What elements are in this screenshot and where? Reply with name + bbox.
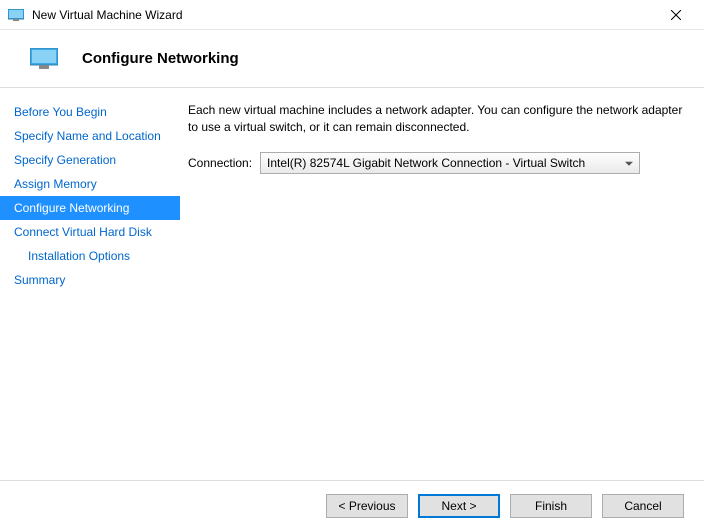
step-assign-memory[interactable]: Assign Memory: [0, 172, 180, 196]
wizard-content: Each new virtual machine includes a netw…: [180, 88, 704, 480]
next-button[interactable]: Next >: [418, 494, 500, 518]
step-summary[interactable]: Summary: [0, 268, 180, 292]
previous-button[interactable]: < Previous: [326, 494, 408, 518]
wizard-footer: < Previous Next > Finish Cancel: [0, 480, 704, 530]
step-specify-name-location[interactable]: Specify Name and Location: [0, 124, 180, 148]
connection-label: Connection:: [188, 156, 252, 170]
step-connect-vhd[interactable]: Connect Virtual Hard Disk: [0, 220, 180, 244]
cancel-button[interactable]: Cancel: [602, 494, 684, 518]
title-bar: New Virtual Machine Wizard: [0, 0, 704, 30]
wizard-steps-sidebar: Before You Begin Specify Name and Locati…: [0, 88, 180, 480]
wizard-icon: [30, 48, 58, 69]
step-before-you-begin[interactable]: Before You Begin: [0, 100, 180, 124]
step-configure-networking[interactable]: Configure Networking: [0, 196, 180, 220]
app-icon: [8, 9, 24, 21]
close-icon: [671, 10, 681, 20]
page-title: Configure Networking: [82, 50, 239, 67]
step-specify-generation[interactable]: Specify Generation: [0, 148, 180, 172]
description-text: Each new virtual machine includes a netw…: [188, 102, 684, 136]
wizard-header: Configure Networking: [0, 30, 704, 87]
finish-button[interactable]: Finish: [510, 494, 592, 518]
connection-dropdown[interactable]: Intel(R) 82574L Gigabit Network Connecti…: [260, 152, 640, 174]
connection-value: Intel(R) 82574L Gigabit Network Connecti…: [267, 156, 585, 170]
connection-row: Connection: Intel(R) 82574L Gigabit Netw…: [188, 152, 684, 174]
wizard-body: Before You Begin Specify Name and Locati…: [0, 88, 704, 480]
step-installation-options[interactable]: Installation Options: [0, 244, 180, 268]
window-title: New Virtual Machine Wizard: [32, 8, 656, 22]
close-button[interactable]: [656, 1, 696, 29]
